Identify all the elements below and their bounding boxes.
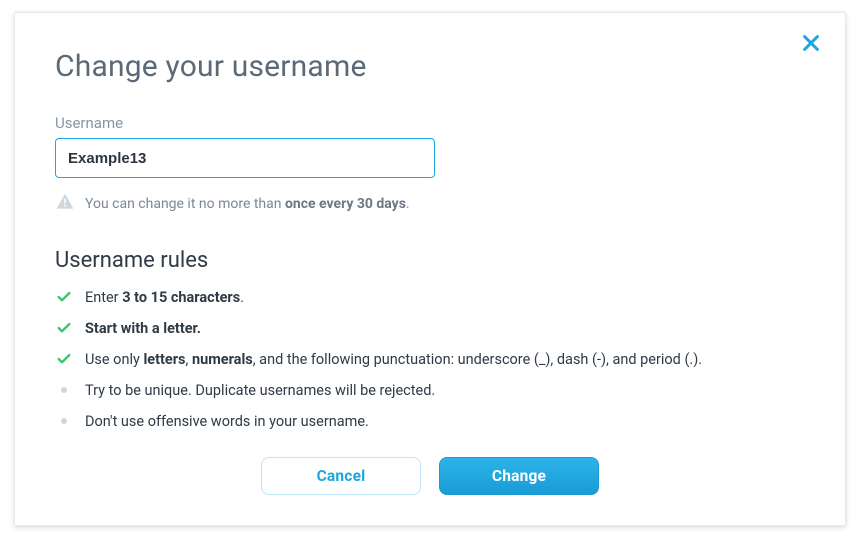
change-limit-notice: You can change it no more than once ever… — [55, 192, 805, 216]
rules-list: Enter 3 to 15 characters. Start with a l… — [55, 287, 805, 432]
rule-item: Use only letters, numerals, and the foll… — [55, 349, 805, 370]
close-button[interactable] — [797, 29, 825, 57]
close-icon — [800, 32, 822, 54]
check-icon — [55, 288, 73, 306]
rule-text: Enter 3 to 15 characters. — [85, 287, 244, 308]
warning-icon — [55, 192, 75, 216]
dialog-actions: Cancel Change — [15, 457, 845, 495]
rule-text: Start with a letter. — [85, 318, 201, 339]
cancel-button[interactable]: Cancel — [261, 457, 421, 495]
check-icon — [55, 350, 73, 368]
check-icon — [55, 319, 73, 337]
bullet-icon — [55, 412, 73, 430]
bullet-icon — [55, 381, 73, 399]
change-button[interactable]: Change — [439, 457, 599, 495]
rule-item: Don't use offensive words in your userna… — [55, 411, 805, 432]
rule-text: Don't use offensive words in your userna… — [85, 411, 369, 432]
change-username-dialog: Change your username Username You can ch… — [14, 12, 846, 526]
rules-heading: Username rules — [55, 248, 805, 273]
rule-item: Enter 3 to 15 characters. — [55, 287, 805, 308]
rule-text: Try to be unique. Duplicate usernames wi… — [85, 380, 435, 401]
rule-text: Use only letters, numerals, and the foll… — [85, 349, 702, 370]
username-input[interactable] — [55, 138, 435, 178]
dialog-title: Change your username — [55, 49, 805, 84]
username-label: Username — [55, 114, 805, 132]
rule-item: Start with a letter. — [55, 318, 805, 339]
notice-text: You can change it no more than once ever… — [85, 196, 410, 212]
rule-item: Try to be unique. Duplicate usernames wi… — [55, 380, 805, 401]
